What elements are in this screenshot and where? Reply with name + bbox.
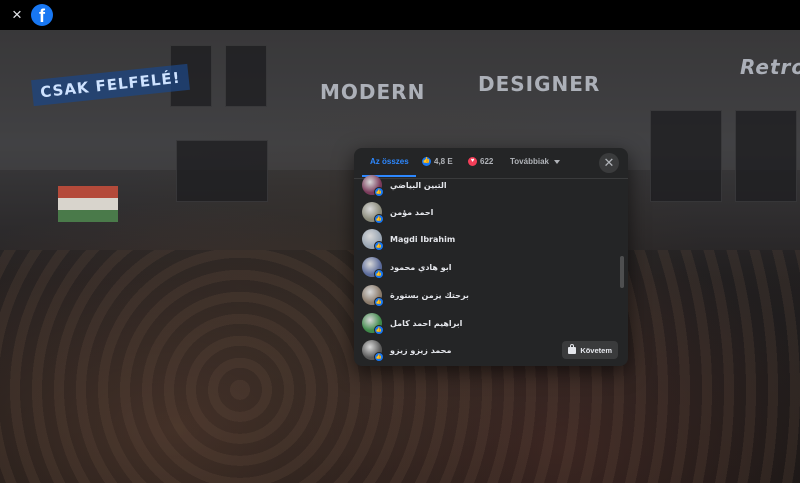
avatar[interactable]: 👍 xyxy=(362,257,384,279)
avatar[interactable]: 👍 xyxy=(362,285,384,307)
tab-all-label: Az összes xyxy=(370,157,409,166)
avatar[interactable]: 👍 xyxy=(362,229,384,251)
like-badge-icon: 👍 xyxy=(374,352,384,362)
reactions-dialog: Az összes 👍 4,8 E ♥ 622 Továbbiak ✕ 👍 ال… xyxy=(354,148,628,366)
love-count: 622 xyxy=(480,157,494,166)
modern-sign: MODERN xyxy=(320,80,426,104)
retro-sign: Retro xyxy=(740,55,800,79)
list-item[interactable]: 👍 ابو هادي محمود xyxy=(362,256,620,279)
list-item[interactable]: 👍 احمد مؤمن xyxy=(362,201,620,224)
avatar[interactable]: 👍 xyxy=(362,313,384,335)
avatar[interactable]: 👍 xyxy=(362,202,384,224)
tab-more[interactable]: Továbbiak xyxy=(510,157,560,166)
person-name[interactable]: ابو هادي محمود xyxy=(390,263,452,272)
designer-sign: DESIGNER xyxy=(478,72,601,96)
like-badge-icon: 👍 xyxy=(374,241,384,251)
close-icon[interactable]: × xyxy=(9,6,25,23)
list-item[interactable]: 👍 Magdi Ibrahim xyxy=(362,228,620,251)
building-window xyxy=(176,140,268,202)
tab-more-label: Továbbiak xyxy=(510,157,549,166)
tab-all[interactable]: Az összes xyxy=(370,157,409,166)
top-bar: × f xyxy=(0,0,800,30)
like-badge-icon: 👍 xyxy=(374,325,384,335)
building-window xyxy=(735,110,797,202)
person-name[interactable]: برحتك يزمن بستورة xyxy=(390,291,469,300)
building-window xyxy=(650,110,722,202)
like-icon: 👍 xyxy=(422,157,431,166)
building-window xyxy=(225,45,267,107)
person-name[interactable]: محمد زيزو زيزو xyxy=(390,346,451,355)
like-count: 4,8 E xyxy=(434,157,453,166)
avatar[interactable]: 👍 xyxy=(362,175,384,197)
person-name[interactable]: احمد مؤمن xyxy=(390,208,433,217)
lock-icon xyxy=(568,343,577,354)
avatar[interactable]: 👍 xyxy=(362,340,384,362)
love-icon: ♥ xyxy=(468,157,477,166)
facebook-logo-icon[interactable]: f xyxy=(31,4,53,26)
like-badge-icon: 👍 xyxy=(374,297,384,307)
reactions-list: 👍 التبين البياضي 👍 احمد مؤمن 👍 Magdi Ibr… xyxy=(354,175,628,366)
tab-love[interactable]: ♥ 622 xyxy=(468,157,493,166)
like-badge-icon: 👍 xyxy=(374,187,384,197)
list-item[interactable]: 👍 ابراهيم احمد كامل xyxy=(362,312,620,335)
following-button[interactable]: Követem xyxy=(562,341,618,359)
list-item[interactable]: 👍 برحتك يزمن بستورة xyxy=(362,284,620,307)
person-name[interactable]: Magdi Ibrahim xyxy=(390,235,455,244)
close-dialog-icon[interactable]: ✕ xyxy=(599,153,619,173)
list-item[interactable]: 👍 محمد زيزو زيزو Követem xyxy=(362,339,620,362)
person-name[interactable]: التبين البياضي xyxy=(390,181,447,190)
like-badge-icon: 👍 xyxy=(374,214,384,224)
hungarian-flag xyxy=(58,186,118,222)
like-badge-icon: 👍 xyxy=(374,269,384,279)
person-name[interactable]: ابراهيم احمد كامل xyxy=(390,319,462,328)
following-label: Követem xyxy=(580,345,612,355)
list-item[interactable]: 👍 التبين البياضي xyxy=(362,174,620,197)
chevron-down-icon xyxy=(553,159,560,164)
scrollbar-thumb[interactable] xyxy=(620,256,624,288)
tab-like[interactable]: 👍 4,8 E xyxy=(422,157,453,166)
